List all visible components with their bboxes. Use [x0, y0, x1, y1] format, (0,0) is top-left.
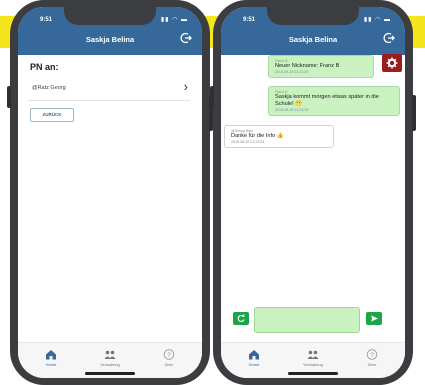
status-time: 9:51	[243, 17, 256, 23]
tab-home[interactable]: Home	[229, 349, 279, 367]
status-icons: ▮▮ ◠ ▬	[160, 17, 188, 23]
contact-name: @Ratz Georg	[32, 85, 66, 91]
home-indicator	[288, 372, 338, 375]
settings-button[interactable]	[382, 54, 402, 72]
tab-ueber[interactable]: ? Über	[347, 349, 397, 367]
contact-row[interactable]: @Ratz Georg ›	[28, 75, 190, 101]
help-icon: ?	[163, 349, 175, 360]
tab-verwaltung[interactable]: Verwaltung	[85, 349, 135, 367]
logout-icon[interactable]	[180, 32, 192, 44]
tab-label: Home	[45, 362, 57, 367]
home-icon	[46, 350, 56, 360]
svg-text:?: ?	[167, 352, 171, 359]
send-icon	[371, 315, 378, 322]
status-icons: ▮▮ ◠ ▬	[363, 17, 391, 23]
refresh-icon	[237, 314, 245, 322]
message-time: 2019-08-19 21:21:20	[275, 70, 309, 74]
notch	[267, 7, 359, 25]
phone-right: 9:51 ▮▮ ◠ ▬ Saskja Belina Franz B Neuer …	[210, 0, 416, 385]
page-title: Saskja Belina	[288, 35, 338, 44]
phone-screen: 9:51 ▮▮ ◠ ▬ Saskja Belina PN an: @Ratz G…	[18, 7, 202, 378]
volume-button	[210, 86, 214, 108]
pn-heading: PN an:	[30, 62, 59, 72]
message-bubble: Franz B Saskja kommt morgen etwas später…	[268, 86, 400, 116]
chevron-right-icon: ›	[183, 79, 188, 94]
back-button[interactable]: ZURÜCK	[30, 108, 74, 122]
tab-ueber[interactable]: ? Über	[144, 349, 194, 367]
message-text: Danke für die Info 👍	[231, 133, 284, 139]
svg-text:?: ?	[370, 352, 374, 359]
tab-label: Über	[164, 362, 174, 367]
people-icon	[104, 350, 116, 359]
message-time: 2019-08-19 21:23:29	[275, 108, 309, 112]
message-bubble: @Georg Ratz Danke für die Info 👍 2019-08…	[224, 125, 334, 148]
home-icon	[249, 350, 259, 360]
volume-button	[7, 86, 11, 108]
message-text: Neuer Nickname: Franz B	[275, 63, 340, 69]
logout-icon[interactable]	[383, 32, 395, 44]
gear-icon	[386, 57, 398, 69]
tab-label: Verwaltung	[100, 362, 120, 367]
tab-label: Verwaltung	[303, 362, 323, 367]
phone-left: 9:51 ▮▮ ◠ ▬ Saskja Belina PN an: @Ratz G…	[7, 0, 213, 385]
status-time: 9:51	[40, 17, 53, 23]
page-title: Saskja Belina	[85, 35, 135, 44]
people-icon	[307, 350, 319, 359]
tab-verwaltung[interactable]: Verwaltung	[288, 349, 338, 367]
home-indicator	[85, 372, 135, 375]
power-button	[412, 95, 416, 131]
tab-home[interactable]: Home	[26, 349, 76, 367]
notch	[64, 7, 156, 25]
message-bubble: Franz B Neuer Nickname: Franz B 2019-08-…	[268, 55, 374, 78]
screenshot-canvas: 9:51 ▮▮ ◠ ▬ Saskja Belina PN an: @Ratz G…	[0, 0, 425, 385]
message-text: Saskja kommt morgen etwas später in die …	[275, 94, 379, 107]
refresh-button[interactable]	[233, 312, 249, 325]
send-button[interactable]	[366, 312, 382, 325]
help-icon: ?	[366, 349, 378, 360]
tab-label: Über	[367, 362, 377, 367]
tab-label: Home	[248, 362, 260, 367]
message-time: 2019-08-19 21:23:51	[231, 140, 265, 144]
phone-screen: 9:51 ▮▮ ◠ ▬ Saskja Belina Franz B Neuer …	[221, 7, 405, 378]
message-input[interactable]	[254, 307, 360, 333]
